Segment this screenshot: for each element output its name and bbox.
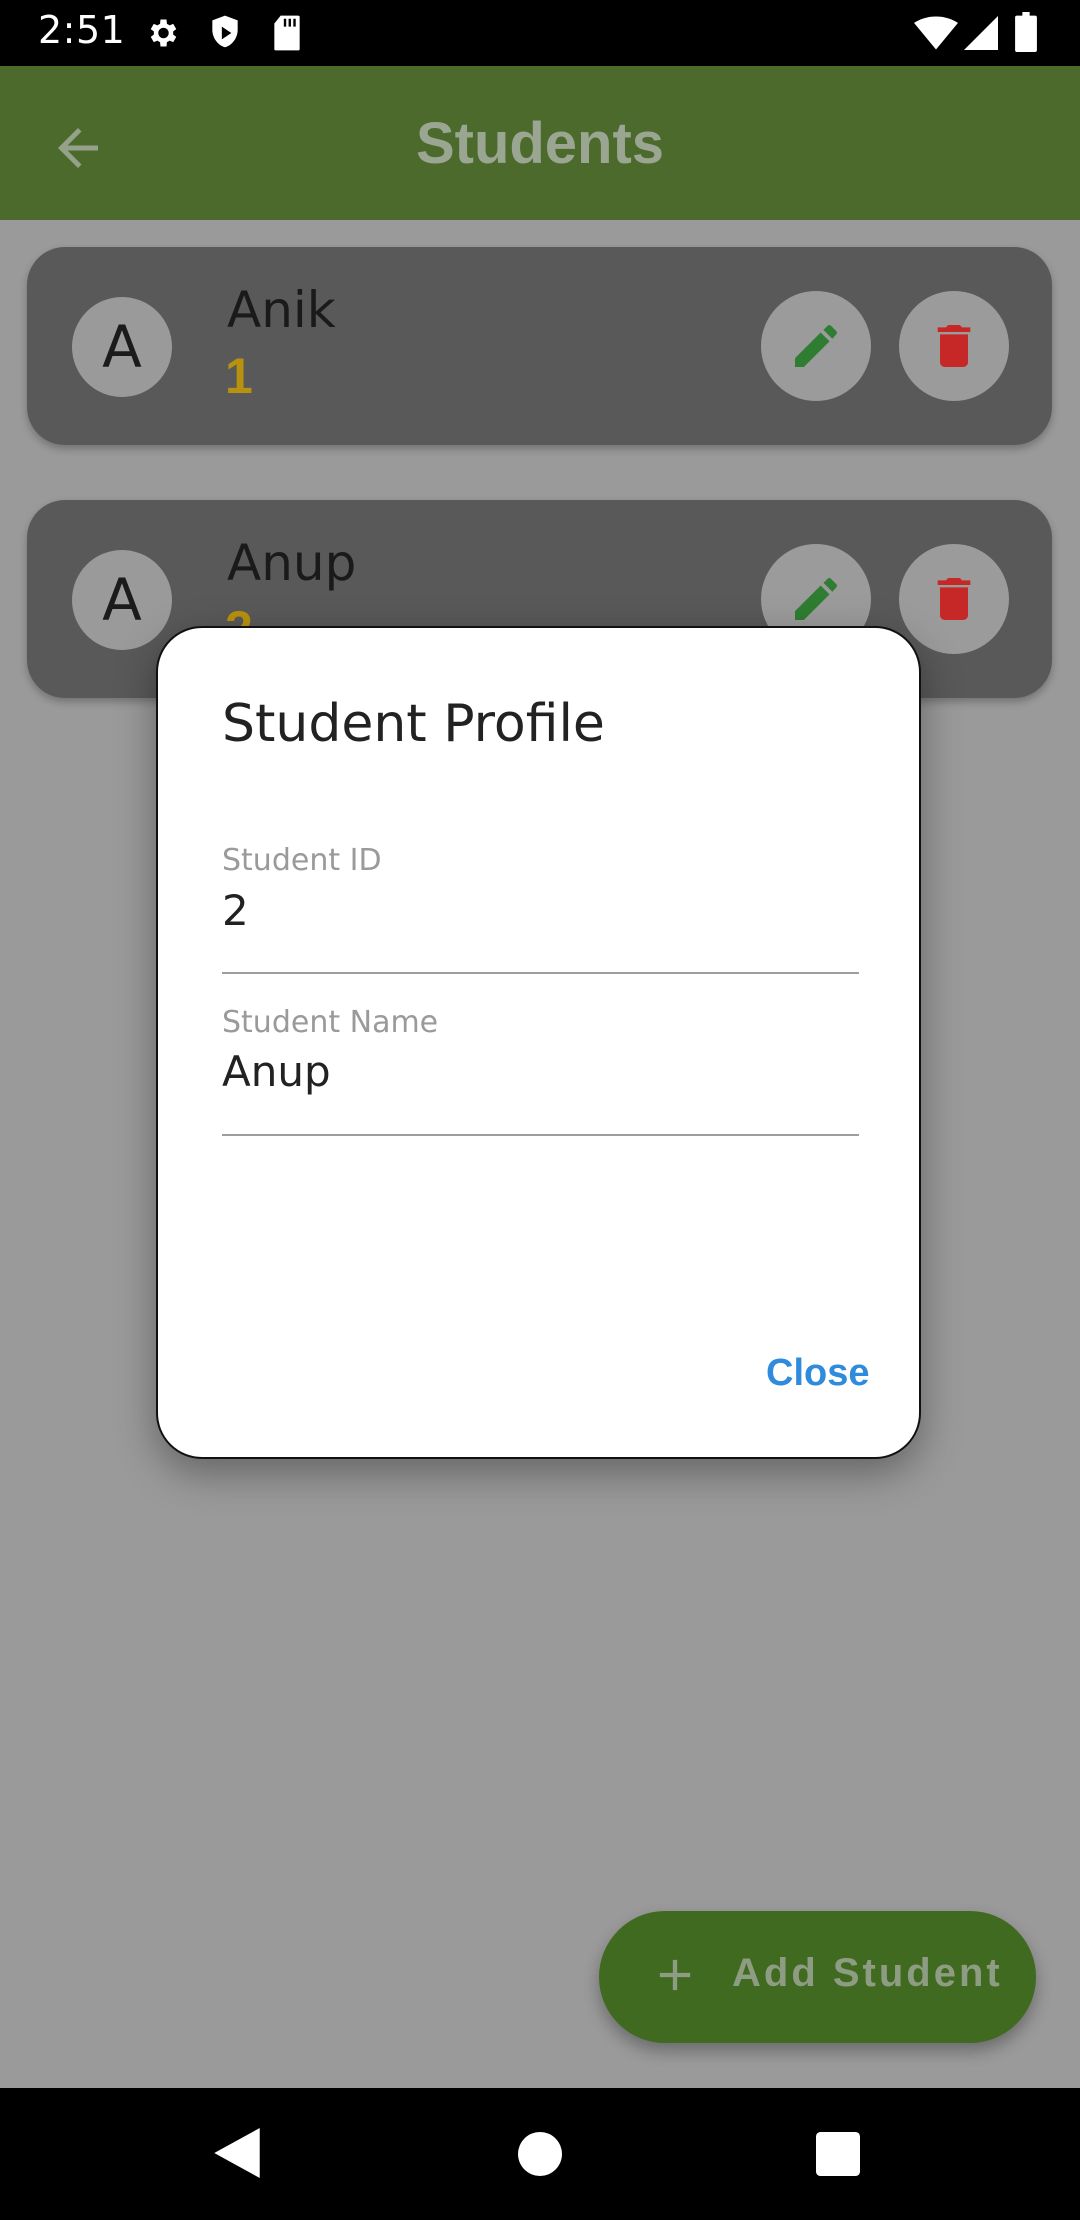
pencil-icon (795, 578, 837, 620)
list-item[interactable]: A Anik 1 (27, 247, 1052, 445)
student-name-field[interactable]: Anup (222, 1047, 331, 1096)
triangle-back-icon (214, 2128, 260, 2178)
add-student-label: Add Student (732, 1951, 1003, 1995)
dialog-title: Student Profile (222, 694, 605, 754)
avatar: A (72, 297, 172, 397)
settings-icon (144, 15, 180, 56)
plus-icon (659, 1959, 691, 1991)
navigation-bar (0, 2088, 1080, 2220)
edit-button[interactable] (761, 291, 871, 401)
page-title: Students (415, 111, 665, 176)
status-bar: 2:51 (0, 0, 1080, 66)
student-id-field[interactable]: 2 (222, 886, 249, 935)
nav-home-button[interactable] (518, 2132, 562, 2181)
wifi-icon (914, 16, 958, 55)
divider (222, 972, 859, 974)
avatar: A (72, 550, 172, 650)
student-profile-dialog: Student Profile Student ID 2 Student Nam… (156, 626, 921, 1459)
nav-back-button[interactable] (214, 2128, 260, 2183)
battery-icon (1015, 12, 1037, 57)
student-id-label: Student ID (222, 843, 382, 878)
trash-icon (937, 325, 971, 367)
delete-button[interactable] (899, 544, 1009, 654)
circle-home-icon (518, 2132, 562, 2176)
add-student-button[interactable]: Add Student (599, 1911, 1036, 2043)
trash-icon (937, 578, 971, 620)
sd-card-icon (272, 14, 302, 57)
close-button[interactable]: Close (758, 1348, 877, 1399)
app-bar: Students (0, 66, 1080, 220)
back-button[interactable] (40, 110, 120, 190)
pencil-icon (795, 325, 837, 367)
square-recents-icon (816, 2132, 860, 2176)
play-protect-icon (208, 14, 242, 57)
status-time: 2:51 (38, 8, 126, 52)
divider (222, 1134, 859, 1136)
student-name: Anik (227, 281, 336, 339)
student-name: Anup (227, 534, 357, 592)
cell-signal-icon (964, 16, 998, 55)
nav-recents-button[interactable] (816, 2132, 860, 2181)
student-id: 1 (225, 348, 253, 404)
delete-button[interactable] (899, 291, 1009, 401)
student-name-label: Student Name (222, 1005, 439, 1040)
arrow-back-icon (58, 128, 98, 168)
